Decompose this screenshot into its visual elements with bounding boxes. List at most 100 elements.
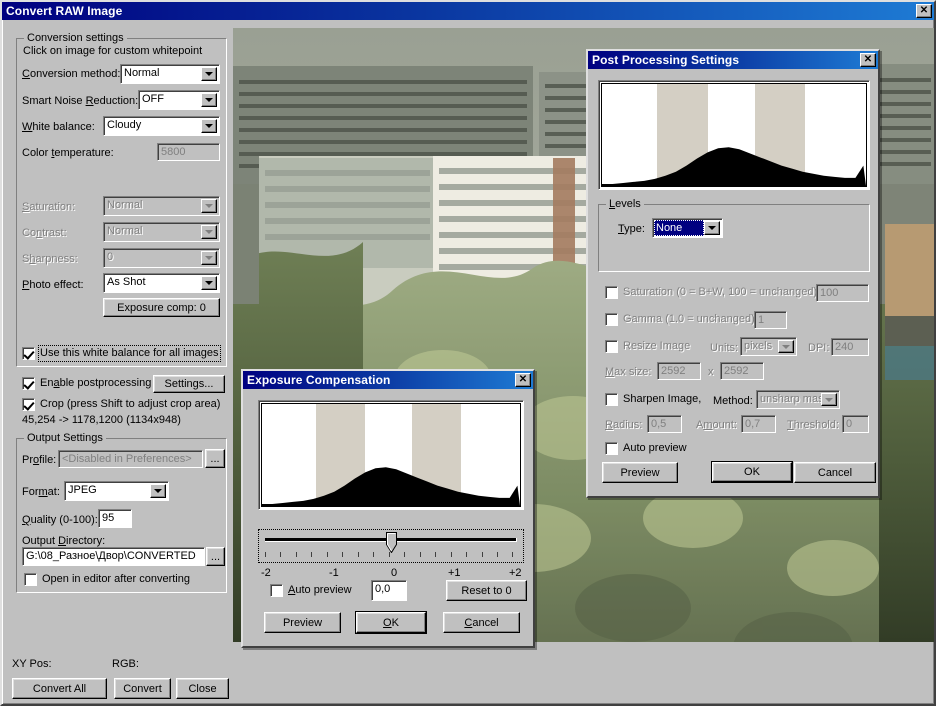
use-white-balance-all-checkbox[interactable]: Use this white balance for all images <box>22 345 221 362</box>
crop-coords: 45,254 -> 1178,1200 (1134x948) <box>22 414 181 426</box>
ec-cancel-button[interactable]: Cancel <box>443 612 520 633</box>
ec-cancel-label: Cancel <box>464 616 499 629</box>
color-temperature-label: Color temperature: <box>22 147 114 159</box>
exposure-compensation-titlebar[interactable]: Exposure Compensation ✕ <box>243 371 533 389</box>
pp-maxsize-w-field[interactable]: 2592 <box>657 362 701 380</box>
pp-units-label: Units: <box>710 342 739 354</box>
chevron-down-icon[interactable] <box>201 93 217 107</box>
pp-units-combo[interactable]: pixels <box>740 337 797 356</box>
post-processing-titlebar[interactable]: Post Processing Settings ✕ <box>588 51 878 69</box>
chevron-down-icon[interactable] <box>704 221 720 235</box>
pp-radius-label: Radius: <box>605 419 643 431</box>
quality-field[interactable]: 95 <box>98 509 132 528</box>
chevron-down-icon[interactable] <box>778 340 794 353</box>
pp-maxsize-h-field[interactable]: 2592 <box>720 362 764 380</box>
levels-type-label: Type: <box>618 223 645 235</box>
checkbox-indicator[interactable] <box>22 347 35 360</box>
ec-reset-button[interactable]: Reset to 0 <box>446 580 527 601</box>
pp-gamma-field[interactable]: 1 <box>754 311 787 329</box>
chevron-down-icon[interactable] <box>201 276 217 290</box>
output-directory-value: G:\08_Разное\Двор\CONVERTED <box>26 550 196 562</box>
close-icon[interactable]: ✕ <box>515 373 531 387</box>
pp-radius-field[interactable]: 0,5 <box>647 415 682 433</box>
main-titlebar[interactable]: Convert RAW Image ✕ <box>2 2 934 20</box>
exposure-slider[interactable] <box>258 529 524 563</box>
pp-ok-button[interactable]: OK <box>711 461 793 483</box>
profile-field[interactable]: <Disabled in Preferences> <box>58 450 203 468</box>
chevron-down-icon[interactable] <box>201 119 217 133</box>
pp-saturation-field[interactable]: 100 <box>816 284 869 302</box>
histogram-curve <box>262 467 520 506</box>
ec-value: 0,0 <box>375 583 391 595</box>
close-icon[interactable]: ✕ <box>916 4 932 18</box>
pp-method-combo[interactable]: unsharp mask <box>756 390 840 409</box>
checkbox-indicator[interactable] <box>605 313 618 326</box>
output-directory-browse-button[interactable]: ... <box>206 547 225 566</box>
checkbox-indicator[interactable] <box>605 340 618 353</box>
ec-reset-label: Reset to 0 <box>461 584 512 597</box>
photo-effect-combo[interactable]: As Shot <box>103 273 220 293</box>
xy-pos-label: XY Pos: <box>12 658 52 670</box>
exposure-comp-button[interactable]: Exposure comp: 0 <box>103 298 220 317</box>
pp-radius-value: 0,5 <box>651 418 667 430</box>
ec-ok-button[interactable]: OK <box>355 611 427 634</box>
slider-thumb[interactable] <box>386 532 397 554</box>
checkbox-indicator[interactable] <box>22 377 35 390</box>
saturation-combo[interactable]: Normal <box>103 196 220 216</box>
convert-all-button[interactable]: Convert All <box>12 678 107 699</box>
pp-amount-field[interactable]: 0,7 <box>741 415 776 433</box>
pp-gamma-label: Gamma (1.0 = unchanged): <box>623 313 758 325</box>
pp-threshold-field[interactable]: 0 <box>842 415 869 433</box>
checkbox-indicator[interactable] <box>270 584 283 597</box>
ec-preview-button[interactable]: Preview <box>264 612 341 633</box>
pp-sharpen-checkbox[interactable]: Sharpen Image, <box>605 393 701 406</box>
contrast-combo[interactable]: Normal <box>103 222 220 242</box>
checkbox-indicator[interactable] <box>605 393 618 406</box>
close-button[interactable]: Close <box>176 678 229 699</box>
format-combo[interactable]: JPEG <box>64 481 169 501</box>
pp-ok-label: OK <box>744 466 760 478</box>
chevron-down-icon[interactable] <box>201 251 217 265</box>
pp-auto-preview-checkbox[interactable]: Auto preview <box>605 442 687 455</box>
pp-dpi-field[interactable]: 240 <box>831 338 869 356</box>
profile-browse-button[interactable]: ... <box>205 449 225 468</box>
checkbox-indicator[interactable] <box>22 398 35 411</box>
color-temperature-value: 5800 <box>161 146 186 158</box>
settings-button-label: Settings... <box>164 378 214 390</box>
close-icon[interactable]: ✕ <box>860 53 876 67</box>
format-label: Format: <box>22 486 60 498</box>
checkbox-indicator[interactable] <box>605 442 618 455</box>
chevron-down-icon[interactable] <box>150 484 166 498</box>
white-balance-label: White balance: <box>22 121 95 133</box>
ec-auto-preview-checkbox[interactable]: Auto preview <box>270 584 352 597</box>
output-directory-field[interactable]: G:\08_Разное\Двор\CONVERTED <box>22 547 205 566</box>
smart-noise-reduction-combo[interactable]: OFF <box>138 90 220 110</box>
pp-resize-checkbox[interactable]: Resize Image <box>605 340 690 353</box>
crop-checkbox[interactable]: Crop (press Shift to adjust crop area) <box>22 398 220 411</box>
pp-cancel-button[interactable]: Cancel <box>794 462 876 483</box>
settings-button[interactable]: Settings... <box>153 375 225 393</box>
conversion-method-combo[interactable]: Normal <box>120 64 220 84</box>
enable-postprocessing-checkbox[interactable]: Enable postprocessing <box>22 377 151 390</box>
chevron-down-icon[interactable] <box>201 67 217 81</box>
white-balance-combo[interactable]: Cloudy <box>103 116 220 136</box>
sharpness-combo[interactable]: 0 <box>103 248 220 268</box>
ec-preview-label: Preview <box>282 616 323 629</box>
pp-saturation-checkbox[interactable]: Saturation (0 = B+W, 100 = unchanged): <box>605 286 820 299</box>
ec-value-field[interactable]: 0,0 <box>371 580 407 601</box>
chevron-down-icon[interactable] <box>821 393 837 406</box>
color-temperature-field[interactable]: 5800 <box>157 143 220 161</box>
checkbox-indicator[interactable] <box>605 286 618 299</box>
main-window-title: Convert RAW Image <box>6 4 123 18</box>
chevron-down-icon[interactable] <box>201 225 217 239</box>
open-in-editor-checkbox[interactable]: Open in editor after converting <box>24 573 190 586</box>
checkbox-indicator[interactable] <box>24 573 37 586</box>
pp-maxsize-x: x <box>708 366 714 378</box>
chevron-down-icon[interactable] <box>201 199 217 213</box>
pp-gamma-checkbox[interactable]: Gamma (1.0 = unchanged): <box>605 313 758 326</box>
levels-type-combo[interactable]: None <box>652 218 723 238</box>
convert-button[interactable]: Convert <box>114 678 171 699</box>
pp-preview-button[interactable]: Preview <box>602 462 678 483</box>
slider-tick-label-minus1: -1 <box>329 567 339 579</box>
pp-maxsize-h-value: 2592 <box>724 365 749 377</box>
